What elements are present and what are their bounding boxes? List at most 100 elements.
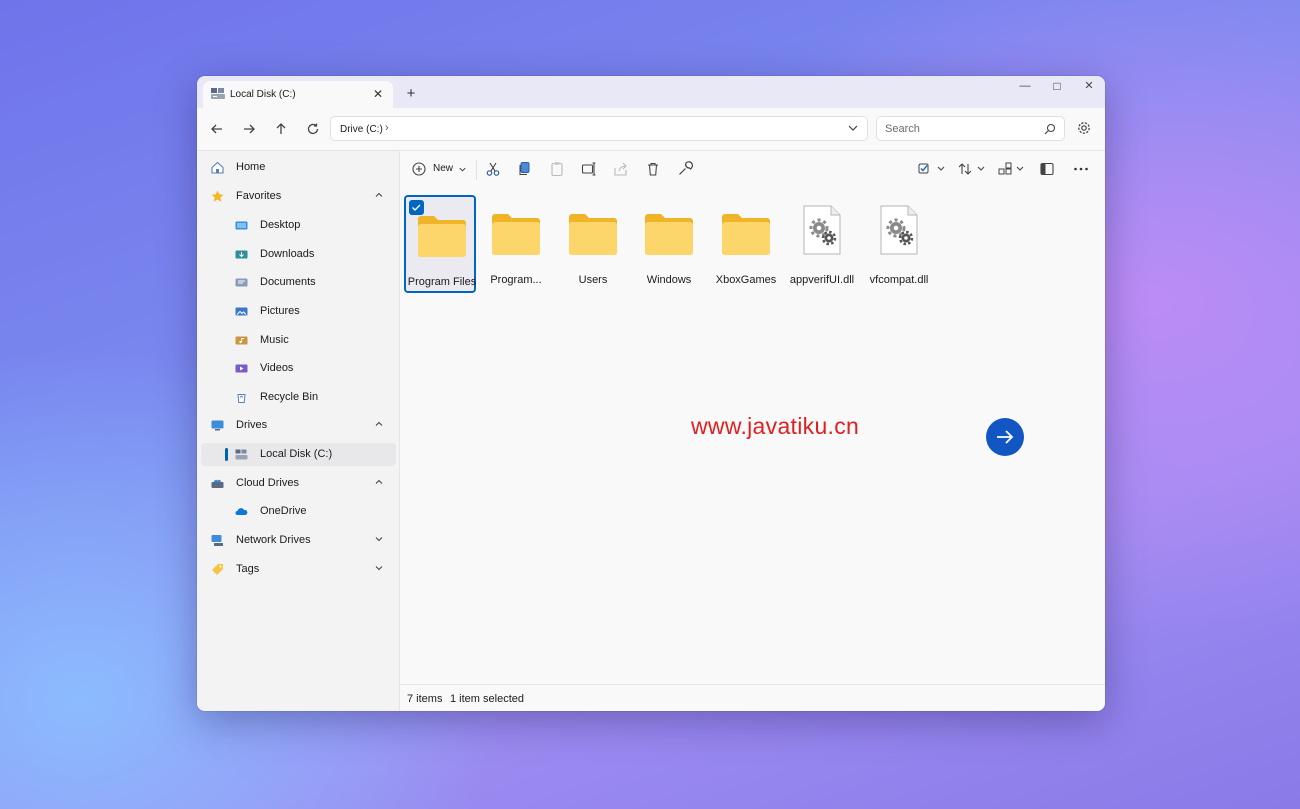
- file-item-windows[interactable]: Windows: [633, 195, 705, 293]
- file-explorer-window: Local Disk (C:) ✕ + — □ ✕ Drive (C:) › S…: [197, 76, 1105, 711]
- file-name: Program...: [490, 274, 542, 286]
- file-name: Program Files: [407, 276, 477, 288]
- chevron-down-icon[interactable]: [374, 534, 384, 544]
- forward-icon[interactable]: [238, 118, 260, 140]
- recycle-bin-icon: [237, 394, 246, 403]
- file-item-vfcompat-dll[interactable]: vfcompat.dll: [863, 195, 935, 293]
- breadcrumb[interactable]: Drive (C:): [340, 124, 383, 135]
- plus-circle-icon: [412, 162, 426, 176]
- chevron-up-icon[interactable]: [374, 419, 384, 429]
- sort-button[interactable]: [957, 160, 987, 178]
- sidebar-item-desktop[interactable]: Desktop: [201, 214, 396, 237]
- tab-local-disk[interactable]: Local Disk (C:) ✕: [203, 81, 393, 108]
- address-bar[interactable]: Drive (C:) ›: [330, 116, 868, 141]
- selection-count: 1 item selected: [450, 693, 524, 705]
- search-placeholder: Search: [885, 123, 920, 135]
- documents-folder-icon: [235, 278, 248, 287]
- drive-icon: [211, 88, 225, 99]
- videos-folder-icon: [235, 364, 248, 373]
- file-item-xboxgames[interactable]: XboxGames: [710, 195, 782, 293]
- properties-wrench-icon[interactable]: [676, 160, 694, 178]
- checkbox-checked-icon[interactable]: [409, 200, 424, 215]
- tab-title: Local Disk (C:): [230, 89, 296, 100]
- star-icon: [211, 190, 224, 202]
- arrow-right-icon: [997, 430, 1014, 444]
- file-item-appverifui-dll[interactable]: appverifUI.dll: [786, 195, 858, 293]
- drive-icon: [235, 449, 248, 460]
- dll-gear-file-icon: [880, 205, 918, 255]
- sidebar-item-downloads[interactable]: Downloads: [201, 243, 396, 266]
- sidebar-label: Downloads: [260, 248, 315, 260]
- file-item-users[interactable]: Users: [557, 195, 629, 293]
- gear-icon[interactable]: [1076, 120, 1092, 136]
- dll-gear-file-icon: [803, 205, 841, 255]
- file-name: vfcompat.dll: [869, 274, 929, 286]
- chevron-down-icon[interactable]: [374, 563, 384, 573]
- refresh-icon[interactable]: [302, 118, 324, 140]
- sidebar-label: Drives: [236, 419, 268, 431]
- next-arrow-button[interactable]: [986, 418, 1024, 456]
- sidebar-item-videos[interactable]: Videos: [201, 357, 396, 380]
- sidebar-item-recycle-bin[interactable]: Recycle Bin: [201, 386, 396, 409]
- computer-icon: [211, 420, 224, 431]
- preview-pane-icon[interactable]: [1038, 160, 1056, 178]
- pictures-folder-icon: [235, 307, 248, 316]
- sidebar-section-favorites[interactable]: Favorites: [201, 185, 396, 208]
- share-icon[interactable]: [612, 160, 630, 178]
- sidebar-label: Home: [236, 161, 266, 173]
- copy-icon[interactable]: [516, 160, 534, 178]
- search-input[interactable]: Search: [876, 116, 1065, 141]
- sidebar-label: Favorites: [236, 190, 282, 202]
- file-item-program-files[interactable]: Program Files: [404, 195, 476, 293]
- sidebar-label: Documents: [260, 276, 316, 288]
- chevron-down-icon: [459, 167, 466, 172]
- toolbar-divider: [476, 160, 477, 180]
- chevron-down-icon[interactable]: [847, 122, 859, 134]
- close-button[interactable]: ✕: [1073, 76, 1105, 96]
- sidebar-section-cloud-drives[interactable]: Cloud Drives: [201, 472, 396, 495]
- search-icon[interactable]: [1044, 123, 1056, 135]
- sidebar-label: Cloud Drives: [236, 477, 299, 489]
- file-item-program-files-x86[interactable]: Program...: [480, 195, 552, 293]
- sidebar-section-network-drives[interactable]: Network Drives: [201, 529, 396, 552]
- rename-icon[interactable]: [580, 160, 598, 178]
- command-bar: New: [400, 151, 1105, 189]
- up-icon[interactable]: [270, 118, 292, 140]
- sidebar-item-pictures[interactable]: Pictures: [201, 300, 396, 323]
- minimize-button[interactable]: —: [1009, 76, 1041, 96]
- tab-close-icon[interactable]: ✕: [369, 85, 387, 103]
- file-name: XboxGames: [715, 274, 777, 286]
- sidebar-label: Recycle Bin: [260, 391, 319, 403]
- sidebar-item-onedrive[interactable]: OneDrive: [201, 500, 396, 523]
- sidebar-item-documents[interactable]: Documents: [201, 271, 396, 294]
- home-icon: [211, 161, 224, 174]
- sidebar-section-drives[interactable]: Drives: [201, 414, 396, 437]
- new-tab-button[interactable]: +: [402, 85, 420, 103]
- status-bar: 7 items 1 item selected: [400, 684, 1105, 711]
- folder-icon: [569, 214, 617, 255]
- chevron-up-icon[interactable]: [374, 190, 384, 200]
- folder-icon: [722, 214, 770, 255]
- select-mode-button[interactable]: [917, 160, 947, 178]
- cut-icon[interactable]: [484, 160, 502, 178]
- folder-icon: [418, 216, 466, 257]
- selection-indicator: [225, 448, 228, 461]
- paste-icon[interactable]: [548, 160, 566, 178]
- sidebar-item-local-disk[interactable]: Local Disk (C:): [201, 443, 396, 466]
- sidebar-item-home[interactable]: Home: [201, 156, 396, 179]
- sidebar-label: Pictures: [260, 305, 300, 317]
- sidebar-label: Local Disk (C:): [260, 448, 333, 460]
- maximize-button[interactable]: □: [1041, 76, 1073, 96]
- address-row: Drive (C:) › Search: [197, 108, 1105, 151]
- chevron-up-icon[interactable]: [374, 477, 384, 487]
- sidebar-section-tags[interactable]: Tags: [201, 558, 396, 581]
- more-options-icon[interactable]: [1072, 160, 1090, 178]
- delete-icon[interactable]: [644, 160, 662, 178]
- breadcrumb-chevron-icon[interactable]: ›: [385, 122, 389, 134]
- folder-icon: [492, 214, 540, 255]
- layout-button[interactable]: [997, 160, 1027, 178]
- back-icon[interactable]: [206, 118, 228, 140]
- network-icon: [211, 535, 223, 546]
- file-name: appverifUI.dll: [789, 274, 855, 286]
- sidebar-item-music[interactable]: Music: [201, 329, 396, 352]
